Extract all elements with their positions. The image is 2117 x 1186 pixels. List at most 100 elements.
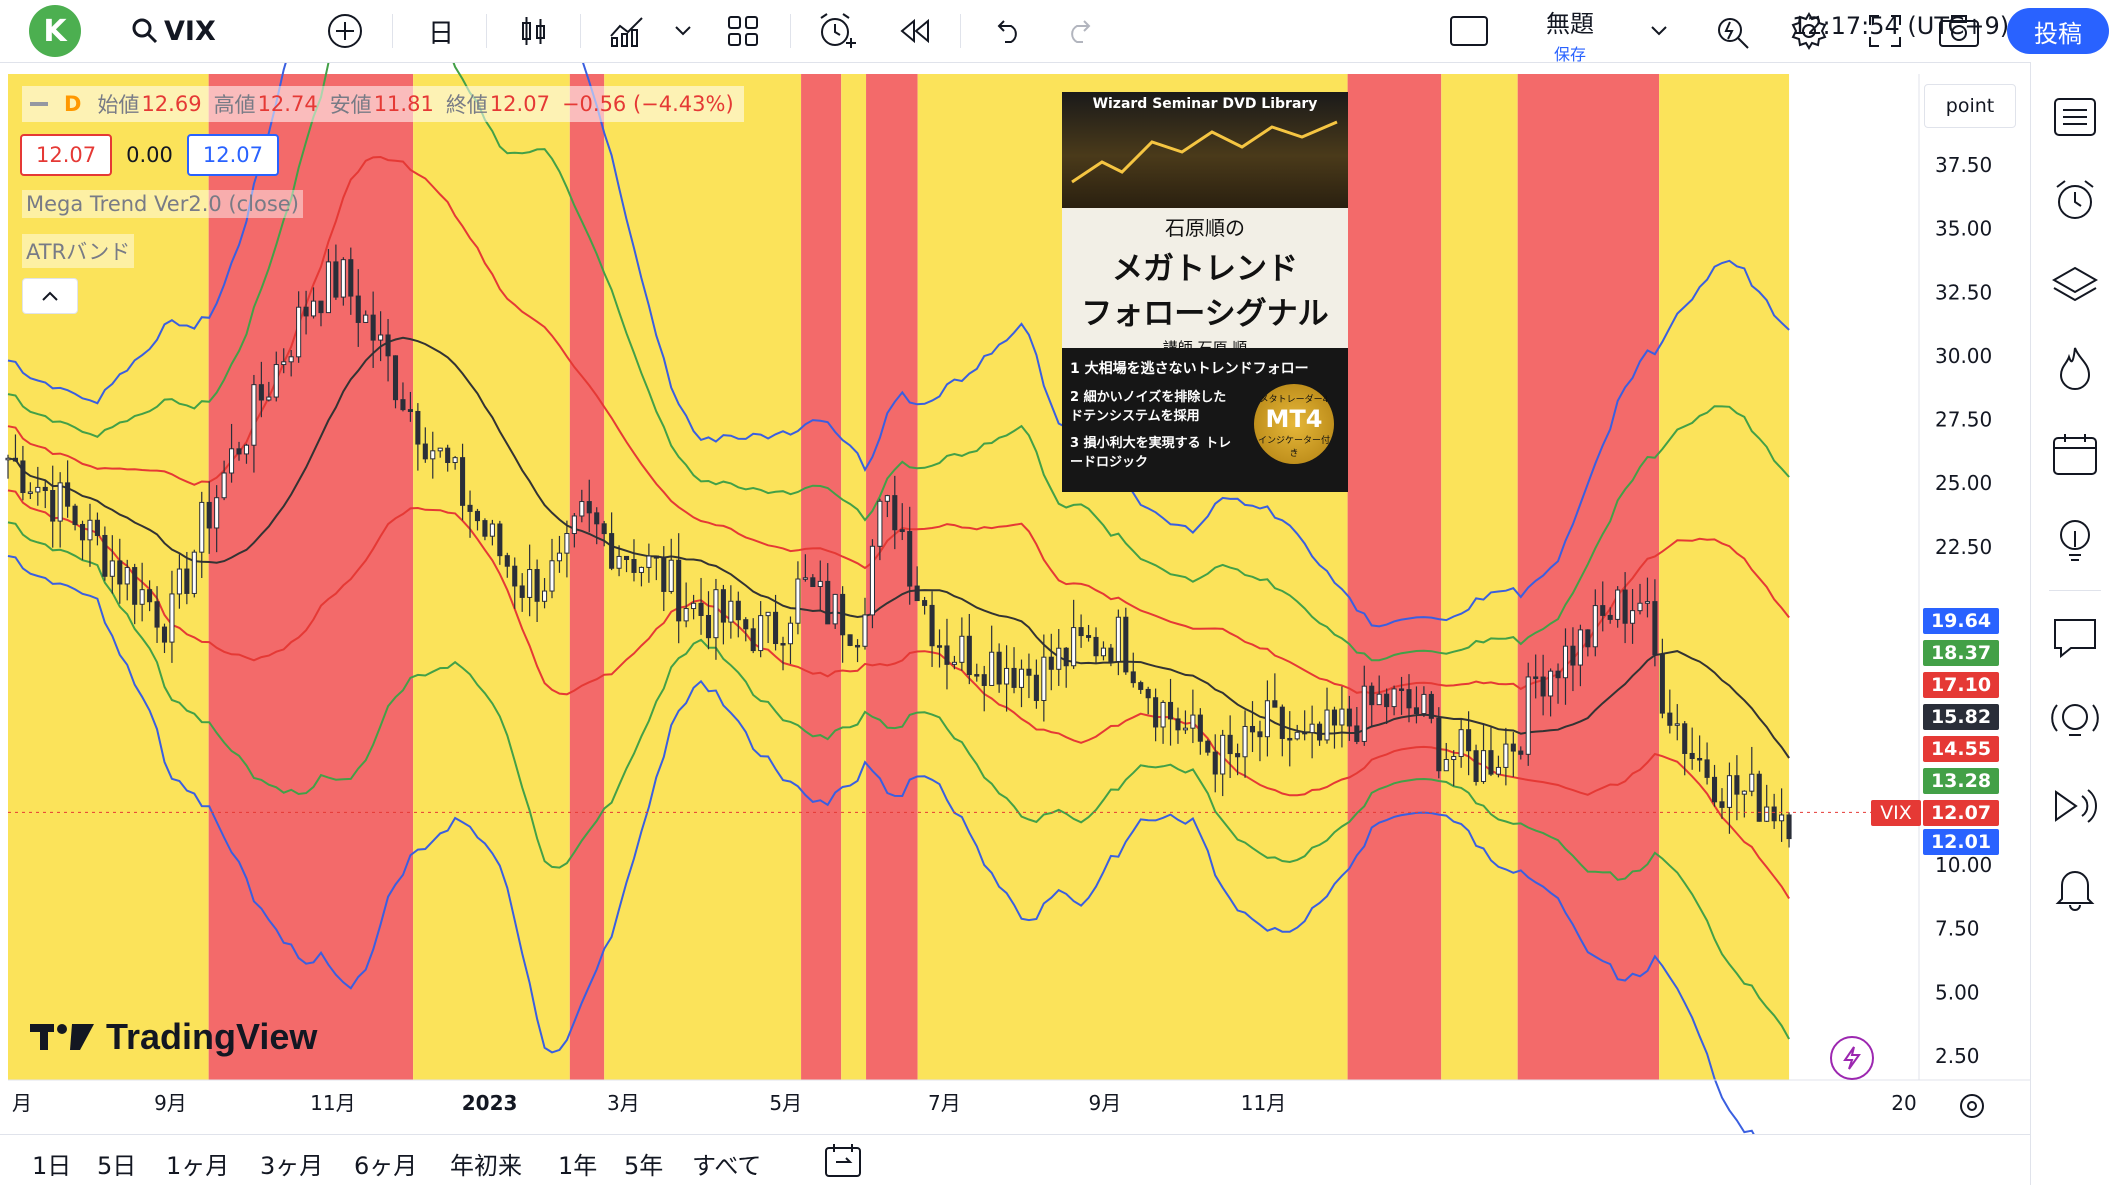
ideas-button[interactable] <box>2031 510 2117 570</box>
search-icon <box>132 18 158 44</box>
candle-body <box>214 497 220 529</box>
alert-button[interactable] <box>812 0 862 62</box>
price-chart[interactable]: 37.50 35.00 32.50 30.00 27.50 25.00 22.50 10.00… <box>0 0 2117 1185</box>
layout-dropdown[interactable] <box>1644 0 1674 62</box>
indicator-atr-band[interactable]: ATRバンド <box>22 234 135 268</box>
indicator-mega-trend[interactable]: Mega Trend Ver2.0 (close) <box>22 190 303 218</box>
candle-body <box>758 615 764 652</box>
candle-body <box>519 585 525 598</box>
candle-body <box>1577 629 1583 666</box>
price-unit-button[interactable]: point <box>1924 84 2016 128</box>
candle-body <box>474 510 481 522</box>
series-toggle[interactable] <box>30 102 48 106</box>
add-symbol-button[interactable] <box>322 0 368 62</box>
calendar-button[interactable] <box>2031 424 2117 484</box>
candle-body <box>147 589 153 603</box>
candle-body <box>1287 737 1293 741</box>
candle-body <box>1443 759 1449 772</box>
time-tick: 9月 <box>1089 1091 1122 1115</box>
candle-body <box>1570 645 1576 666</box>
dvd-advertisement[interactable]: Wizard Seminar DVD Library 石原順の メガトレンド フ… <box>1062 92 1348 492</box>
quick-search-button[interactable] <box>1710 0 1756 62</box>
publish-button[interactable]: 投稿 <box>2007 8 2109 54</box>
candle-body <box>355 295 361 323</box>
candle-body <box>1786 814 1792 840</box>
candle-body <box>1324 709 1330 741</box>
candle-body <box>1689 752 1695 759</box>
redo-button[interactable] <box>1058 0 1104 62</box>
time-axis-settings-button[interactable] <box>1950 1086 1994 1126</box>
lightning-button[interactable] <box>1830 1036 1874 1080</box>
interval-button[interactable]: 日 <box>418 0 464 62</box>
candle-body <box>1376 693 1382 706</box>
candle-body <box>1659 654 1665 714</box>
candle-body <box>959 635 965 663</box>
layers-button[interactable] <box>2031 254 2117 314</box>
candle-body <box>460 457 466 506</box>
time-tick: 3月 <box>607 1091 640 1115</box>
range-button[interactable]: 5日 <box>97 1146 136 1181</box>
candle-body <box>1302 731 1308 735</box>
range-button[interactable]: すべて <box>692 1146 761 1181</box>
candle-body <box>944 645 950 665</box>
time-tick: 月 <box>12 1091 32 1115</box>
legend-collapse-button[interactable] <box>22 278 78 314</box>
indicators-button[interactable] <box>604 0 650 62</box>
candle-body <box>907 531 913 587</box>
range-button[interactable]: 年初来 <box>450 1146 522 1181</box>
range-button[interactable]: 1ヶ月 <box>166 1146 229 1181</box>
candle-body <box>579 501 585 517</box>
candle-body <box>676 559 682 622</box>
flame-search-icon <box>1718 18 1749 49</box>
tradingview-icon <box>30 1024 94 1050</box>
high-value: 12.74 <box>257 92 318 116</box>
tradingview-logo[interactable]: TradingView <box>28 1016 317 1058</box>
candle-body <box>720 589 726 623</box>
candle-body <box>914 585 920 602</box>
undo-button[interactable] <box>984 0 1030 62</box>
range-button[interactable]: 1日 <box>32 1146 71 1181</box>
notifications-button[interactable] <box>2031 858 2117 918</box>
range-button[interactable]: 1年 <box>558 1146 597 1181</box>
range-button[interactable]: 5年 <box>624 1146 663 1181</box>
candle-body <box>1697 757 1703 761</box>
watchlist-button[interactable] <box>2031 87 2117 147</box>
close-label: 終値 <box>445 93 488 117</box>
go-to-date-button[interactable] <box>820 1140 866 1180</box>
candle-body <box>713 589 719 639</box>
chart-type-button[interactable] <box>510 0 556 62</box>
chats-button[interactable] <box>2031 608 2117 668</box>
data-window-button[interactable] <box>2031 776 2117 836</box>
candle-body <box>385 334 391 357</box>
trend-zone-bull <box>841 74 867 1080</box>
candle-body <box>1138 682 1144 690</box>
candle-body <box>1063 647 1069 667</box>
candle-body <box>974 674 980 677</box>
candle-body <box>638 566 644 573</box>
candle-body <box>303 306 309 317</box>
symbol-search-button[interactable]: VIX <box>130 0 216 62</box>
alerts-button[interactable] <box>2031 170 2117 230</box>
indicators-dropdown[interactable] <box>668 0 698 62</box>
layout-select-button[interactable] <box>1446 0 1492 62</box>
layout-grid-button[interactable] <box>720 0 766 62</box>
candle-body <box>936 645 943 648</box>
candle-body <box>1451 756 1457 761</box>
replay-button[interactable] <box>892 0 938 62</box>
candle-body <box>810 577 816 588</box>
range-button[interactable]: 6ヶ月 <box>354 1146 417 1181</box>
clock-timezone[interactable]: 12:17:54 (UTC+9) <box>1792 12 2009 40</box>
hotlists-button[interactable] <box>2031 338 2117 398</box>
candle-body <box>1711 776 1718 803</box>
user-avatar[interactable]: K <box>29 5 81 57</box>
candle-body <box>1518 750 1524 755</box>
candle-body <box>1309 723 1315 734</box>
candle-body <box>1607 614 1613 620</box>
streams-button[interactable] <box>2031 692 2117 752</box>
layout-name-button[interactable]: 無題 保存 <box>1520 4 1620 65</box>
candle-body <box>132 567 138 605</box>
price-label: 13.28 <box>1923 768 1999 794</box>
range-button[interactable]: 3ヶ月 <box>260 1146 323 1181</box>
candle-body <box>1220 734 1226 775</box>
candle-body <box>72 505 78 525</box>
